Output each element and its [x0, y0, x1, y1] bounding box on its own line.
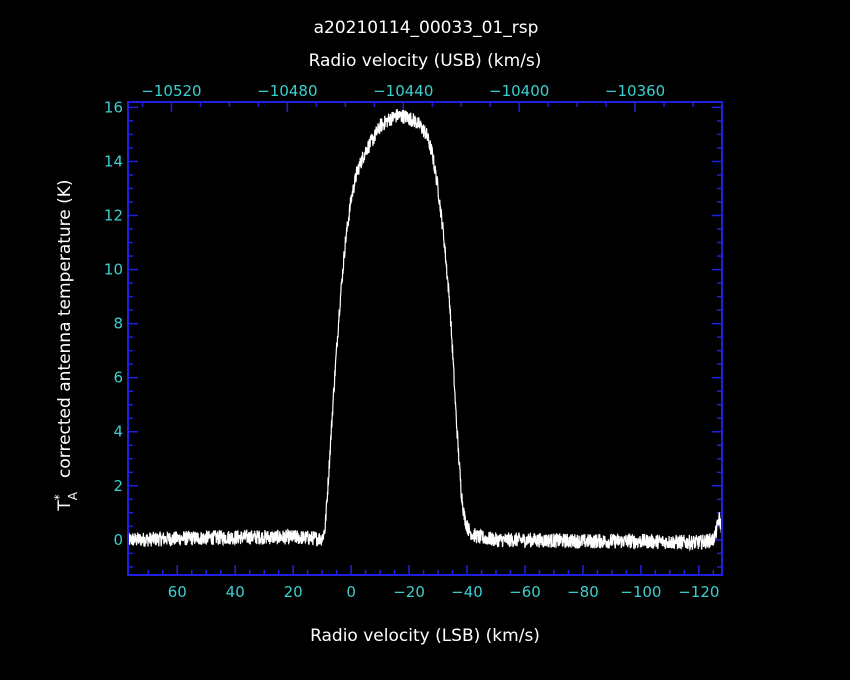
- series-line: [127, 109, 723, 552]
- top-x-tick-labels: −10520 −10480 −10440 −10400 −10360: [141, 82, 665, 100]
- y-tick-label: 0: [113, 531, 123, 549]
- y-axis-label: T*Acorrected antenna temperature (K): [52, 179, 80, 511]
- y-tick-label: 2: [113, 477, 123, 495]
- x-tick-label: −60: [509, 583, 541, 601]
- x-axis-label: Radio velocity (LSB) (km/s): [310, 626, 540, 646]
- x-tick-label: 60: [168, 583, 187, 601]
- y-tick-label: 4: [113, 423, 123, 441]
- y-tick-label: 8: [113, 315, 123, 333]
- x-tick-labels: 60 40 20 0 −20 −40 −60 −80 −100 −120: [168, 583, 720, 601]
- y-tick-label: 12: [104, 207, 123, 225]
- x-tick-label: 20: [284, 583, 303, 601]
- y-axis-label-group: T*Acorrected antenna temperature (K): [52, 179, 80, 511]
- y-tick-label: 16: [104, 98, 123, 116]
- y-axis-symbol: T: [55, 500, 75, 512]
- y-axis-subscript: A: [66, 491, 80, 500]
- top-x-tick-label: −10480: [257, 82, 317, 100]
- y-tick-label: 6: [113, 369, 123, 387]
- top-x-tick-label: −10360: [605, 82, 665, 100]
- spectrum-chart: a20210114_00033_01_rsp Radio velocity (U…: [52, 18, 723, 646]
- y-axis-superscript: *: [52, 494, 66, 500]
- x-tick-label: 0: [346, 583, 356, 601]
- x-tick-label: 40: [226, 583, 245, 601]
- top-x-tick-label: −10440: [373, 82, 433, 100]
- chart-title: a20210114_00033_01_rsp: [314, 18, 539, 38]
- x-tick-label: −120: [678, 583, 719, 601]
- x-tick-label: −40: [451, 583, 483, 601]
- y-tick-labels: 0 2 4 6 8 10 12 14 16: [104, 98, 123, 548]
- x-tick-label: −80: [567, 583, 599, 601]
- axis-ticks: [128, 102, 723, 575]
- top-axis-label: Radio velocity (USB) (km/s): [309, 51, 542, 71]
- x-tick-label: −100: [620, 583, 661, 601]
- top-x-tick-label: −10400: [489, 82, 549, 100]
- x-tick-label: −20: [393, 583, 425, 601]
- y-tick-label: 10: [104, 261, 123, 279]
- top-x-tick-label: −10520: [141, 82, 201, 100]
- y-tick-label: 14: [104, 152, 123, 170]
- plot-frame: [127, 101, 723, 576]
- y-axis-label-text: corrected antenna temperature (K): [55, 179, 75, 478]
